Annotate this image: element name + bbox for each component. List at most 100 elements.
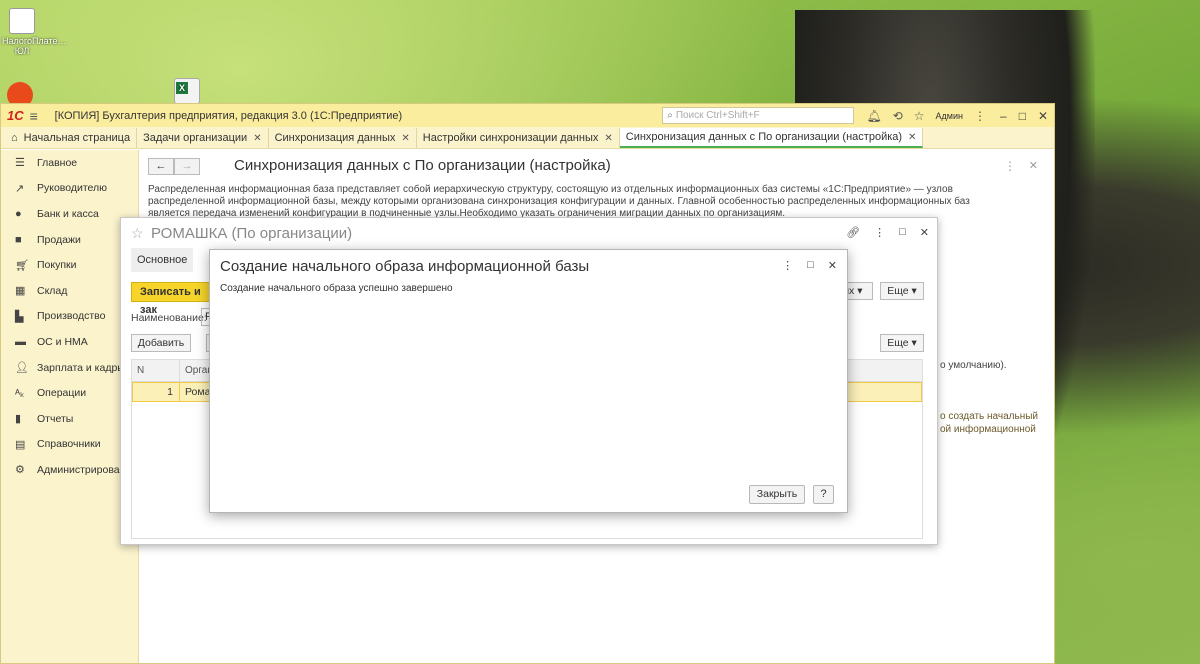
desktop-icon-excel[interactable]: X	[172, 78, 202, 106]
column-header-n[interactable]: N	[132, 360, 180, 381]
title-bar: 1С ≡ [КОПИЯ] Бухгалтерия предприятия, ре…	[1, 104, 1054, 127]
sidebar-item-label: Зарплата и кадры	[37, 361, 125, 374]
add-button[interactable]: Добавить	[131, 334, 191, 352]
tab-close-icon[interactable]: ✕	[908, 132, 916, 143]
nav-buttons: ← →	[148, 158, 200, 175]
more-label: Еще	[887, 285, 909, 297]
tab-close-icon[interactable]: ✕	[253, 133, 261, 144]
history-icon[interactable]: ⟲	[893, 109, 903, 123]
close-icon[interactable]: ✕	[828, 259, 837, 272]
sidebar-item-purchases[interactable]: 🛒︎ Покупки	[1, 252, 138, 278]
star-icon[interactable]: ☆	[131, 225, 144, 242]
star-icon[interactable]: ☆	[914, 109, 925, 123]
home-icon: ⌂	[11, 132, 18, 144]
app-icon	[9, 8, 35, 34]
more-icon[interactable]: ⋮	[874, 226, 885, 239]
desktop-icon-nalogoplat[interactable]: НалогоПлате… ЮЛ	[2, 8, 67, 56]
sidebar-item-label: ОС и НМА	[37, 335, 88, 348]
close-icon[interactable]: ✕	[1029, 159, 1038, 172]
maximize-icon[interactable]: □	[807, 259, 814, 272]
close-icon[interactable]: ✕	[1038, 109, 1048, 123]
sidebar-item-warehouse[interactable]: ▦ Склад	[1, 278, 138, 304]
dialog-message: Создание начального образа успешно завер…	[220, 283, 453, 294]
tab-label: Настройки синхронизации данных	[422, 132, 599, 144]
tab-sync[interactable]: Синхронизация данных ✕	[268, 128, 417, 148]
tab-label: Начальная страница	[23, 132, 131, 144]
tab-label: Задачи организации	[143, 132, 248, 144]
search-placeholder: Поиск Ctrl+Shift+F	[675, 110, 760, 121]
sidebar-item-label: Продажи	[37, 233, 81, 246]
more-icon[interactable]: ⋮	[782, 259, 793, 272]
more-icon[interactable]: ⋮	[1004, 159, 1016, 173]
sidebar-item-label: Производство	[37, 310, 106, 323]
sidebar-item-reports[interactable]: ▮ Отчеты	[1, 406, 138, 432]
close-icon[interactable]: ✕	[920, 226, 929, 239]
desktop-icon-label: НалогоПлате… ЮЛ	[2, 36, 67, 56]
excel-file-icon: X	[174, 78, 200, 104]
sidebar-item-label: Руководителю	[37, 182, 108, 195]
sidebar-item-assets[interactable]: ▬ ОС и НМА	[1, 329, 138, 355]
sidebar-item-payroll[interactable]: 👤︎ Зарплата и кадры	[1, 355, 138, 381]
hint-link[interactable]: о создать начальный ой информационной	[940, 410, 1038, 436]
sidebar-item-label: Справочники	[37, 438, 101, 451]
list-icon: ☰	[15, 157, 25, 170]
column-header-org[interactable]: Орган	[180, 360, 213, 381]
hint-link-line: о создать начальный	[940, 411, 1038, 422]
bar-chart-icon: ▮	[15, 413, 22, 426]
cart-icon: 🛒︎	[15, 259, 29, 272]
sidebar-item-operations[interactable]: ᴬₖ Операции	[1, 380, 138, 406]
page-title: Синхронизация данных с По организации (н…	[234, 157, 611, 174]
sidebar-item-label: Операции	[37, 387, 87, 400]
operations-icon: ᴬₖ	[15, 387, 25, 400]
tab-close-icon[interactable]: ✕	[401, 133, 409, 144]
tab-home[interactable]: ⌂ Начальная страница	[5, 128, 138, 148]
bag-icon: ■	[15, 233, 22, 246]
hint-link-line: ой информационной	[940, 424, 1036, 435]
tab-sync-settings[interactable]: Настройки синхронизации данных ✕	[416, 128, 620, 148]
sidebar-item-bank[interactable]: ● Банк и касса	[1, 201, 138, 227]
minimize-icon[interactable]: –	[1000, 109, 1007, 123]
back-button[interactable]: ←	[148, 158, 174, 175]
maximize-icon[interactable]: □	[899, 226, 906, 239]
close-button[interactable]: Закрыть	[749, 485, 805, 504]
link-icon[interactable]: 🔗︎	[846, 226, 860, 239]
search-input[interactable]: ⌕ Поиск Ctrl+Shift+F	[662, 107, 855, 124]
tab-main[interactable]: Основное	[131, 248, 194, 272]
forward-button[interactable]: →	[174, 158, 200, 175]
sidebar-item-sales[interactable]: ■ Продажи	[1, 227, 138, 253]
tab-tasks[interactable]: Задачи организации ✕	[137, 128, 269, 148]
save-and-close-button[interactable]: Записать и зак	[131, 282, 221, 316]
sidebar: ☰ Главное ↗ Руководителю ● Банк и касса ■ Пр…	[1, 150, 139, 663]
dialog-title: Создание начального образа информационно…	[220, 258, 590, 275]
sidebar-item-production[interactable]: ▙ Производство	[1, 304, 138, 330]
chevron-down-icon: ▾	[857, 285, 863, 297]
tab-bar: ⌂ Начальная страница Задачи организации …	[1, 127, 1054, 149]
cell-n: 1	[167, 386, 173, 398]
tab-sync-org-setup[interactable]: Синхронизация данных с По организации (н…	[619, 128, 924, 148]
user-name[interactable]: Админ	[936, 111, 963, 121]
warehouse-icon: ▦	[15, 285, 26, 298]
more-button[interactable]: Еще ▾	[880, 282, 924, 300]
coin-icon: ●	[15, 207, 22, 220]
sidebar-item-main[interactable]: ☰ Главное	[1, 150, 138, 176]
more-icon[interactable]: ⋮	[974, 109, 986, 123]
page-description: Распределенная информационная база предс…	[148, 184, 970, 219]
maximize-icon[interactable]: □	[1019, 109, 1026, 123]
gear-icon: ⚙	[15, 464, 25, 477]
sidebar-item-label: Отчеты	[37, 412, 74, 425]
window-title: [КОПИЯ] Бухгалтерия предприятия, редакци…	[54, 109, 403, 122]
menu-icon[interactable]: ≡	[30, 108, 49, 124]
tab-close-icon[interactable]: ✕	[604, 133, 612, 144]
sidebar-item-label: Покупки	[37, 259, 77, 272]
1c-logo-icon: 1С	[7, 108, 24, 123]
sidebar-item-catalogs[interactable]: ▤ Справочники	[1, 432, 138, 458]
help-button[interactable]: ?	[813, 485, 834, 504]
sidebar-item-admin[interactable]: ⚙ Администрирование	[1, 457, 138, 483]
more-label: Еще	[887, 337, 909, 349]
chevron-down-icon: ▾	[911, 337, 917, 349]
book-icon: ▤	[15, 438, 26, 451]
trend-icon: ↗	[15, 182, 25, 195]
table-more-button[interactable]: Еще ▾	[880, 334, 924, 352]
sidebar-item-manager[interactable]: ↗ Руководителю	[1, 176, 138, 202]
bell-icon[interactable]: 🔔︎	[866, 109, 881, 123]
